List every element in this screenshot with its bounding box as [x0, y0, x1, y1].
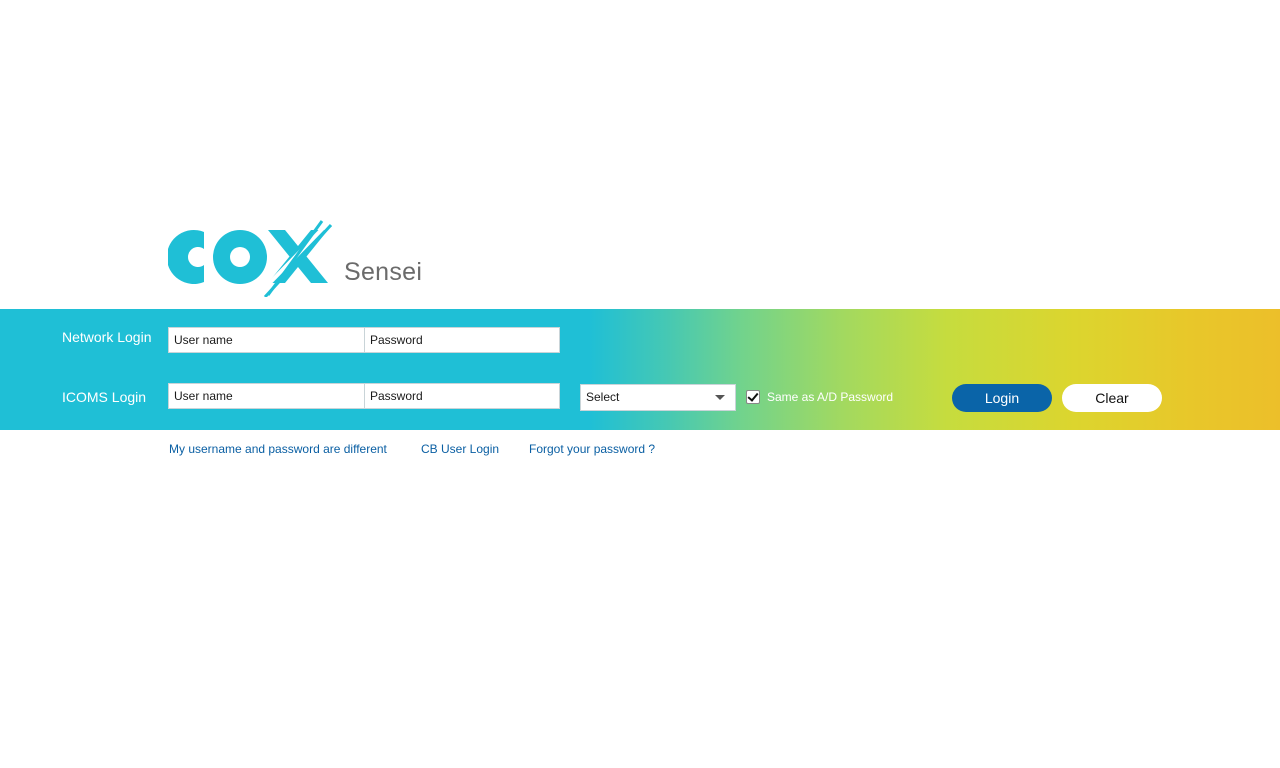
icoms-username-input[interactable] [168, 383, 365, 409]
chevron-down-icon [715, 395, 725, 400]
same-as-ad-password-label: Same as A/D Password [767, 390, 894, 404]
login-page: Sensei Network Login ICOMS Login Select … [0, 0, 1280, 768]
network-login-label: Network Login [62, 329, 152, 345]
cb-user-login-link[interactable]: CB User Login [421, 442, 499, 456]
cox-logo [168, 219, 332, 297]
site-select[interactable]: Select [580, 384, 736, 411]
network-username-input[interactable] [168, 327, 365, 353]
clear-button[interactable]: Clear [1062, 384, 1162, 412]
login-button[interactable]: Login [952, 384, 1052, 412]
icoms-password-input[interactable] [364, 383, 560, 409]
forgot-password-link[interactable]: Forgot your password ? [529, 442, 655, 456]
icoms-login-label: ICOMS Login [62, 389, 147, 405]
login-links: My username and password are different C… [0, 442, 1280, 458]
same-as-ad-password-checkbox[interactable] [746, 390, 760, 404]
different-credentials-link[interactable]: My username and password are different [169, 442, 387, 456]
site-select-value: Select [586, 390, 620, 404]
product-name: Sensei [344, 258, 423, 286]
network-password-input[interactable] [364, 327, 560, 353]
checkmark-icon [747, 390, 759, 402]
login-band: Network Login ICOMS Login Select Same as… [0, 309, 1280, 430]
